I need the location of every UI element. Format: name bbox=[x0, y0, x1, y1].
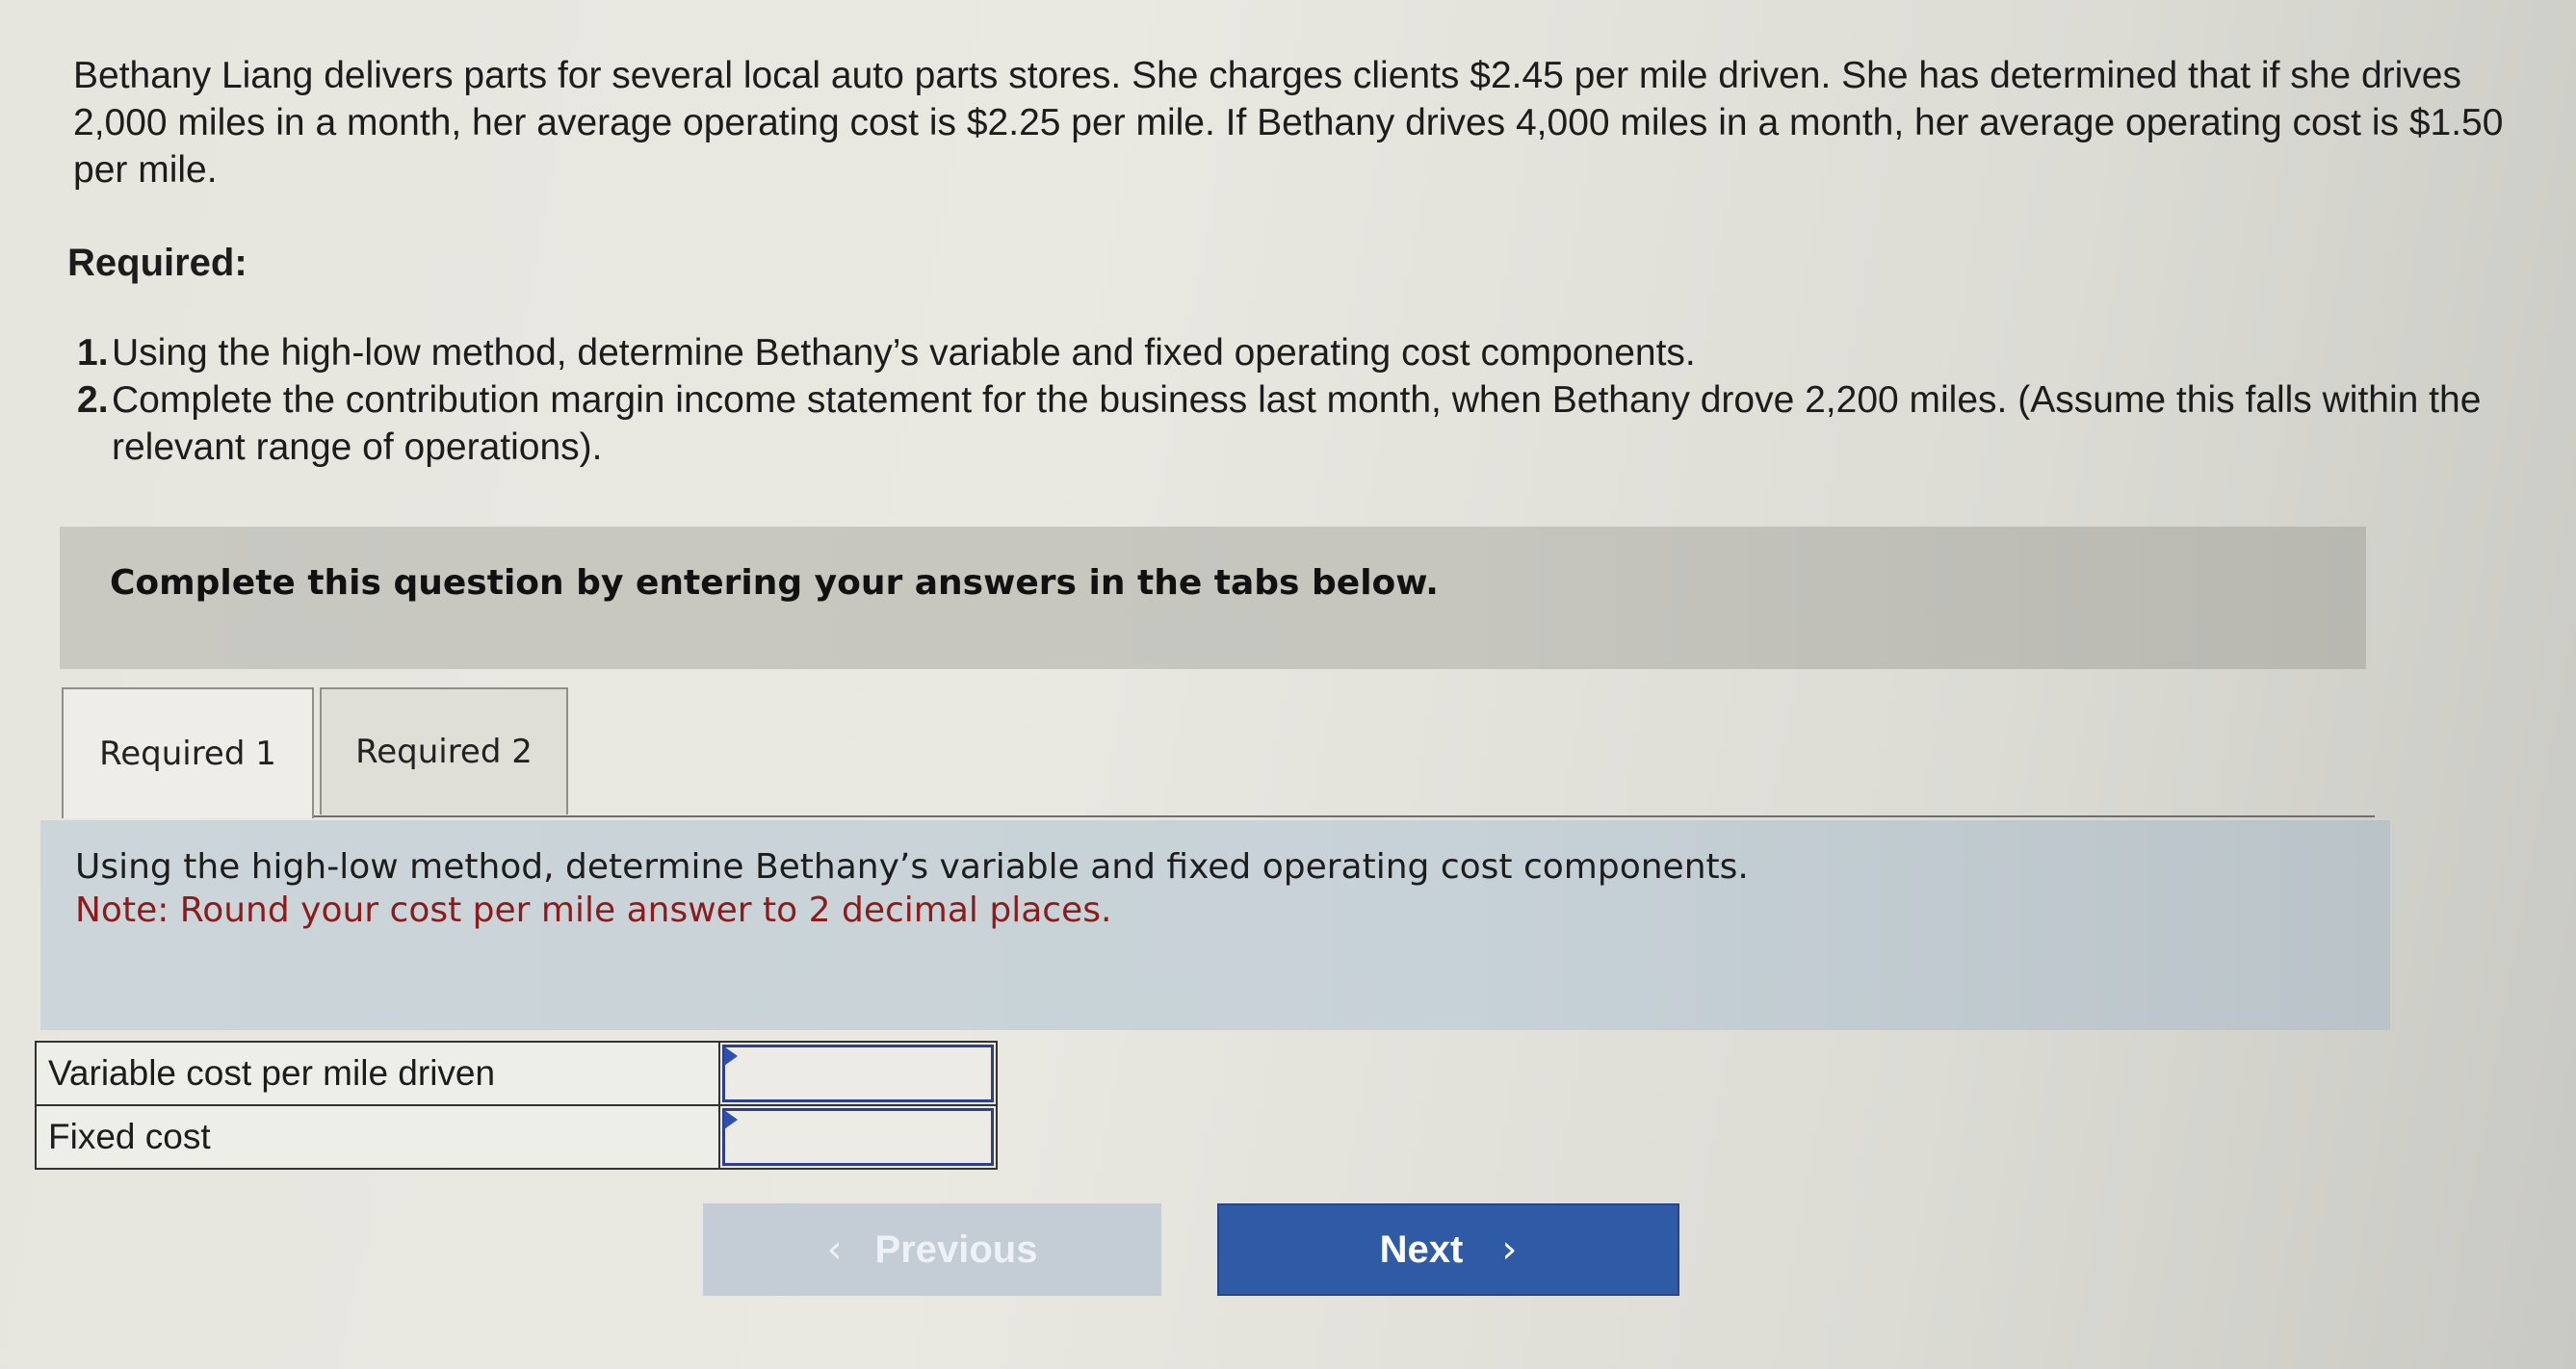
required-item-number: 2. bbox=[77, 379, 109, 421]
required-item-number: 1. bbox=[77, 332, 109, 374]
fixed-cost-input[interactable] bbox=[722, 1108, 994, 1166]
variable-cost-input[interactable] bbox=[722, 1045, 994, 1102]
chevron-right-icon: › bbox=[1501, 1227, 1518, 1272]
chevron-left-icon: ‹ bbox=[826, 1227, 843, 1272]
next-button[interactable]: Next › bbox=[1217, 1203, 1679, 1296]
required-list: 1. Using the high-low method, determine … bbox=[69, 329, 2535, 471]
tab-required-2[interactable]: Required 2 bbox=[320, 687, 568, 814]
answer-table: Variable cost per mile driven Fixed cost bbox=[35, 1041, 998, 1170]
variable-cost-label: Variable cost per mile driven bbox=[35, 1041, 720, 1106]
previous-button[interactable]: ‹ Previous bbox=[703, 1203, 1161, 1296]
required-item-text: Complete the contribution margin income … bbox=[112, 379, 2482, 468]
required-heading: Required: bbox=[67, 242, 247, 284]
previous-button-label: Previous bbox=[874, 1227, 1038, 1271]
rounding-note: Note: Round your cost per mile answer to… bbox=[75, 891, 1112, 930]
tab-required-1[interactable]: Required 1 bbox=[62, 687, 314, 818]
fixed-cost-cell bbox=[718, 1104, 998, 1170]
banner-text: Complete this question by entering your … bbox=[110, 563, 1439, 603]
variable-cost-cell bbox=[718, 1041, 998, 1106]
table-row: Variable cost per mile driven bbox=[35, 1041, 998, 1106]
instruction-panel: Using the high-low method, determine Bet… bbox=[40, 820, 2390, 1030]
instructions-banner: Complete this question by entering your … bbox=[60, 527, 2366, 669]
input-flag-icon bbox=[724, 1046, 738, 1066]
fixed-cost-label: Fixed cost bbox=[35, 1104, 720, 1170]
tab-divider bbox=[314, 815, 2375, 817]
required-item: 2. Complete the contribution margin inco… bbox=[69, 376, 2535, 471]
required-item-text: Using the high-low method, determine Bet… bbox=[112, 332, 1696, 374]
table-row: Fixed cost bbox=[35, 1104, 998, 1170]
instruction-text: Using the high-low method, determine Bet… bbox=[75, 847, 1749, 887]
next-button-label: Next bbox=[1379, 1227, 1464, 1271]
required-item: 1. Using the high-low method, determine … bbox=[69, 329, 2535, 376]
problem-statement: Bethany Liang delivers parts for several… bbox=[73, 55, 2504, 191]
input-flag-icon bbox=[724, 1110, 738, 1129]
